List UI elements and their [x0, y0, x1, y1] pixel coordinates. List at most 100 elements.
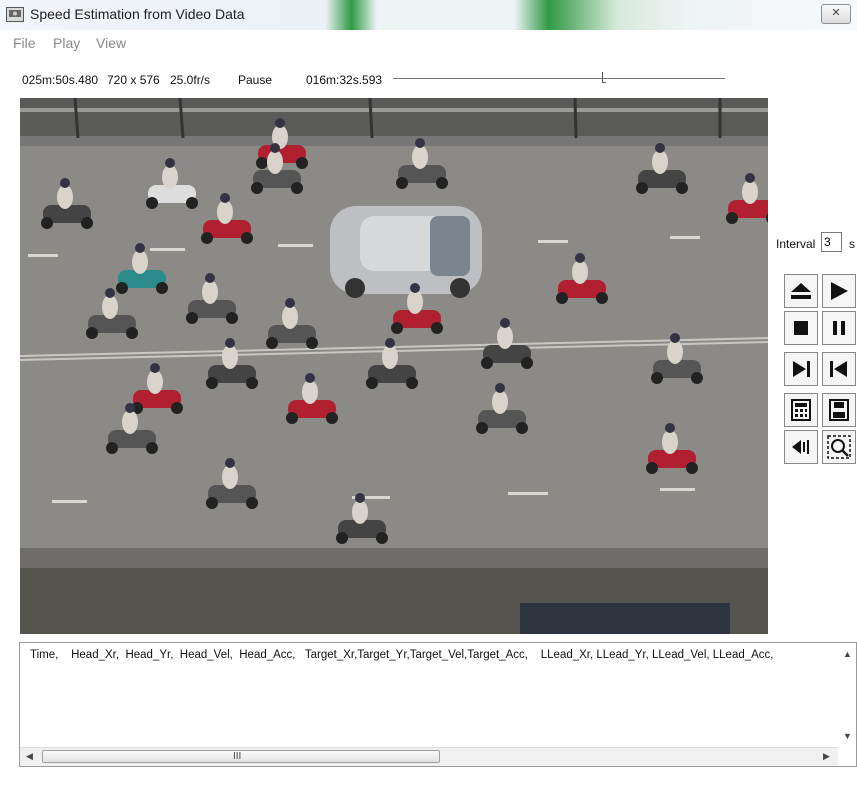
- motorbike-shape: [495, 383, 505, 393]
- save-button[interactable]: [822, 393, 856, 427]
- resolution-readout: 720 x 576: [107, 73, 160, 87]
- motorbike-shape: [162, 165, 178, 189]
- video-image: [20, 98, 768, 634]
- motorbike-shape: [186, 197, 198, 209]
- motorbike-shape: [500, 318, 510, 328]
- motorbike-shape: [521, 357, 533, 369]
- step-forward-button[interactable]: [784, 352, 818, 386]
- audio-icon: [792, 440, 809, 454]
- scroll-left-icon[interactable]: ◀: [26, 751, 33, 762]
- motorbike-shape: [516, 422, 528, 434]
- motorbike-shape: [126, 327, 138, 339]
- motorbike-shape: [742, 180, 758, 204]
- motorbike-shape: [636, 182, 648, 194]
- motorbike-shape: [575, 253, 585, 263]
- motorbike-shape: [267, 150, 283, 174]
- zoom-fit-button[interactable]: [822, 430, 856, 464]
- motorbike-shape: [125, 403, 135, 413]
- motorbike-shape: [415, 138, 425, 148]
- video-frame[interactable]: [20, 98, 768, 634]
- motorbike-shape: [366, 377, 378, 389]
- motorbike-shape: [291, 182, 303, 194]
- play-button[interactable]: [822, 274, 856, 308]
- motorbike-shape: [206, 497, 218, 509]
- interval-unit: s: [849, 237, 855, 251]
- motorbike-shape: [665, 423, 675, 433]
- motorbike-shape: [726, 212, 738, 224]
- audio-button[interactable]: [784, 430, 818, 464]
- motorbike-shape: [171, 402, 183, 414]
- calculator-icon: [791, 399, 811, 421]
- eject-button[interactable]: [784, 274, 818, 308]
- motorbike-shape: [492, 390, 508, 414]
- scroll-up-icon[interactable]: ▲: [843, 649, 852, 659]
- app-icon: [6, 7, 24, 22]
- menu-file[interactable]: File: [13, 35, 36, 51]
- log-header: Time, Head_Xr, Head_Yr, Head_Vel, Head_A…: [30, 649, 774, 661]
- step-back-button[interactable]: [822, 352, 856, 386]
- motorbike-shape: [556, 292, 568, 304]
- motorbike-shape: [352, 500, 368, 524]
- interval-input[interactable]: [821, 232, 842, 252]
- horizontal-scrollbar[interactable]: ◀ III ▶: [20, 747, 838, 766]
- menu-play[interactable]: Play: [53, 35, 80, 51]
- motorbike-shape: [186, 312, 198, 324]
- scroll-down-icon[interactable]: ▼: [843, 731, 852, 741]
- motorbike-shape: [206, 377, 218, 389]
- title-bar: Speed Estimation from Video Data ✕: [0, 0, 857, 30]
- step-forward-icon: [793, 361, 810, 377]
- motorbike-shape: [306, 337, 318, 349]
- motorbike-shape: [222, 345, 238, 369]
- motorbike-shape: [132, 250, 148, 274]
- motorbike-shape: [122, 410, 138, 434]
- vertical-scrollbar[interactable]: ▲ ▼: [838, 643, 856, 748]
- motorbike-shape: [106, 442, 118, 454]
- calculate-button[interactable]: [784, 393, 818, 427]
- motorbike-shape: [146, 442, 158, 454]
- motorbike-shape: [572, 260, 588, 284]
- motorbike-shape: [286, 412, 298, 424]
- motorbike-shape: [225, 458, 235, 468]
- motorbike-shape: [102, 295, 118, 319]
- data-log[interactable]: Time, Head_Xr, Head_Yr, Head_Vel, Head_A…: [19, 642, 857, 767]
- pause-button[interactable]: [822, 311, 856, 345]
- scroll-right-icon[interactable]: ▶: [823, 751, 830, 762]
- motorbike-shape: [376, 532, 388, 544]
- motorbike-shape: [355, 493, 365, 503]
- motorbike-shape: [226, 312, 238, 324]
- play-icon: [831, 282, 848, 300]
- motorbike-shape: [201, 232, 213, 244]
- motorbike-shape: [266, 337, 278, 349]
- motorbike-shape: [385, 338, 395, 348]
- motorbike-shape: [407, 290, 423, 314]
- motorbike-shape: [296, 157, 308, 169]
- stop-button[interactable]: [784, 311, 818, 345]
- motorbike-shape: [205, 273, 215, 283]
- motorbike-shape: [326, 412, 338, 424]
- motorbike-shape: [81, 217, 93, 229]
- motorbike-shape: [406, 377, 418, 389]
- motorbike-shape: [202, 280, 218, 304]
- motorbike-shape: [476, 422, 488, 434]
- horizontal-scroll-thumb[interactable]: III: [42, 750, 440, 763]
- motorbike-shape: [146, 197, 158, 209]
- motorbike-shape: [662, 430, 678, 454]
- motorbike-shape: [646, 462, 658, 474]
- motorbike-shape: [217, 200, 233, 224]
- motorbike-shape: [57, 185, 73, 209]
- motorbike-shape: [391, 322, 403, 334]
- seek-track[interactable]: [393, 78, 725, 79]
- motorbike-shape: [651, 372, 663, 384]
- motorbike-shape: [275, 118, 285, 128]
- motorbike-shape: [652, 150, 668, 174]
- seek-thumb[interactable]: [602, 72, 607, 83]
- motorbike-shape: [86, 327, 98, 339]
- motorbike-shape: [282, 305, 298, 329]
- motorbike-shape: [150, 363, 160, 373]
- motorbike-shape: [147, 370, 163, 394]
- motorbike-shape: [686, 462, 698, 474]
- motorbike-shape: [165, 158, 175, 168]
- menu-view[interactable]: View: [96, 35, 126, 51]
- close-button[interactable]: ✕: [821, 4, 851, 24]
- car: [330, 206, 482, 298]
